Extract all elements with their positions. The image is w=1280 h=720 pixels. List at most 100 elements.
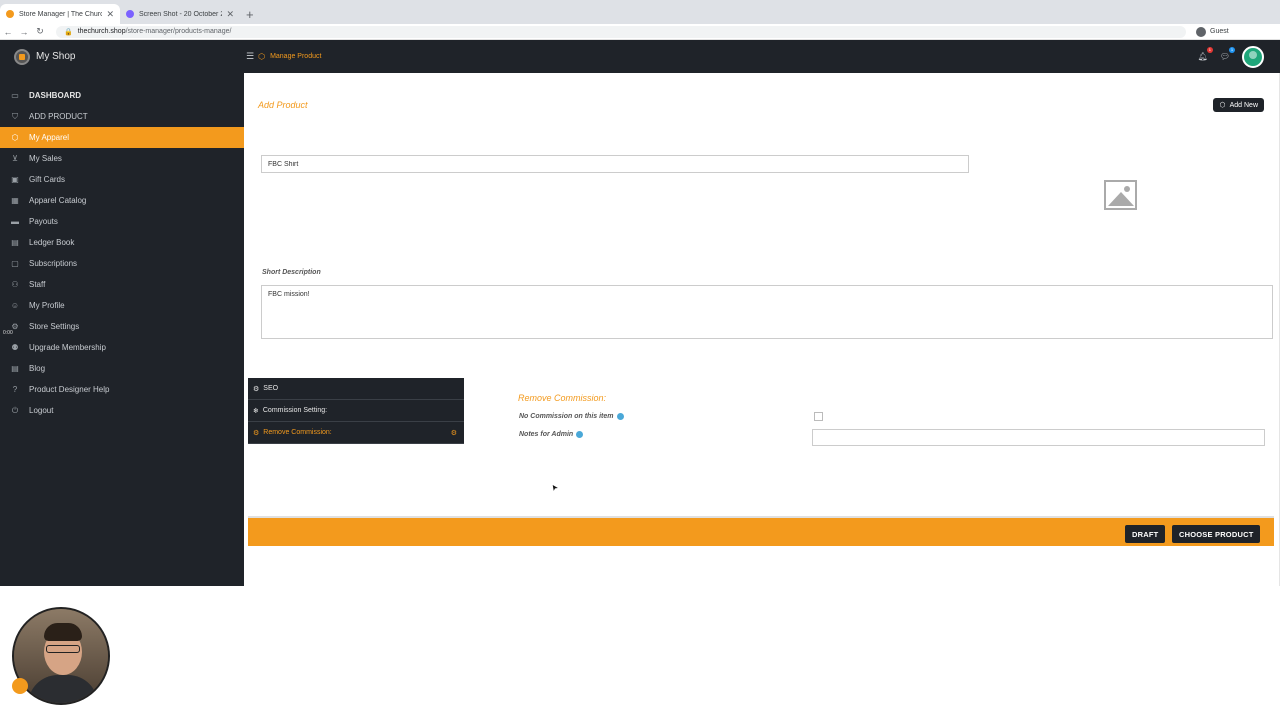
choose-product-button[interactable]: CHOOSE PRODUCT xyxy=(1172,525,1261,543)
notification-badge: 1 xyxy=(1206,47,1213,53)
draft-button[interactable]: DRAFT xyxy=(1125,525,1166,543)
sidebar-item-label: My Sales xyxy=(29,154,62,163)
sidebar-item-subscriptions[interactable]: ▢ Subscriptions xyxy=(0,253,244,274)
bell-icon[interactable]: 🔔︎ 1 xyxy=(1198,47,1213,61)
profile-avatar-icon xyxy=(1196,26,1206,37)
sidebar-item-label: Ledger Book xyxy=(29,238,75,247)
card-icon: ▬ xyxy=(11,217,19,226)
product-title-input[interactable] xyxy=(261,155,969,173)
tab-title: Screen Shot - 20 October 2022 xyxy=(139,10,223,18)
no-commission-checkbox[interactable] xyxy=(814,412,823,421)
money-icon: ▤ xyxy=(11,238,19,247)
new-tab-icon[interactable]: + xyxy=(246,4,254,24)
add-new-label: Add New xyxy=(1229,101,1258,109)
sidebar-item-product-designer-help[interactable]: ? Product Designer Help xyxy=(0,379,244,400)
sidebar-item-label: Product Designer Help xyxy=(29,385,110,394)
profile-label: Guest xyxy=(1210,28,1229,35)
tab-commission-setting[interactable]: ❄ Commission Setting: xyxy=(248,400,464,422)
no-commission-label: No Commission on this item xyxy=(519,413,614,420)
sidebar-item-add-product[interactable]: ⛉ ADD PRODUCT xyxy=(0,106,244,127)
image-placeholder-icon[interactable] xyxy=(1104,180,1137,210)
back-icon[interactable]: ← xyxy=(0,27,16,37)
breadcrumb: Manage Product xyxy=(270,53,322,60)
brand-name: My Shop xyxy=(36,51,76,62)
tab-title: Store Manager | The Church Sh xyxy=(19,10,103,18)
sidebar-item-store-settings[interactable]: ⚙ Store Settings xyxy=(0,316,244,337)
sidebar-item-label: DASHBOARD xyxy=(29,91,81,100)
brand[interactable]: My Shop xyxy=(0,40,244,73)
profile-button[interactable]: Guest xyxy=(1196,26,1229,37)
sidebar-item-label: Subscriptions xyxy=(29,259,78,268)
url-field[interactable]: 🔒 thechurch.shop/store-manager/products-… xyxy=(56,25,1186,38)
profile-icon: ☺ xyxy=(10,301,20,310)
sidebar-item-label: My Profile xyxy=(29,301,65,310)
main-content: Add Product ⬡ Add New Short Description … xyxy=(244,73,1280,586)
box-icon: ⬡ xyxy=(11,133,19,142)
product-settings-tabs: ⚙ SEO ❄ Commission Setting: ⚙ Remove Commissi… xyxy=(248,378,464,444)
screenshot-favicon-icon xyxy=(126,10,134,18)
gear-icon: ⚙ xyxy=(450,429,457,437)
sidebar-item-label: Apparel Catalog xyxy=(29,196,87,205)
user-avatar[interactable] xyxy=(1242,45,1264,68)
reload-icon[interactable]: ↻ xyxy=(32,26,48,37)
short-description-label: Short Description xyxy=(262,269,321,276)
page-title: Add Product xyxy=(258,100,308,110)
shirt-icon: ⛉ xyxy=(12,111,18,121)
notes-for-admin-input[interactable] xyxy=(812,429,1265,446)
tab-seo[interactable]: ⚙ SEO xyxy=(248,378,464,400)
close-tab-icon[interactable]: ✕ xyxy=(226,9,234,20)
message-badge: 1 xyxy=(1229,47,1235,53)
add-new-button[interactable]: ⬡ Add New xyxy=(1213,98,1264,112)
help-icon[interactable] xyxy=(576,431,584,438)
sidebar-item-upgrade-membership[interactable]: ⚉ Upgrade Membership xyxy=(0,337,244,358)
sidebar-item-blog[interactable]: ▤ Blog xyxy=(0,358,244,379)
gear-icon: ⚙ xyxy=(253,429,260,437)
box-icon: ⬡ xyxy=(258,52,266,61)
blog-icon: ▤ xyxy=(11,364,19,373)
sidebar-item-my-sales[interactable]: ⊻ My Sales xyxy=(0,148,244,169)
sidebar-item-apparel-catalog[interactable]: ▦ Apparel Catalog xyxy=(0,190,244,211)
url-path: /store-manager/products-manage/ xyxy=(125,28,232,35)
sidebar-item-dashboard[interactable]: ▭ DASHBOARD xyxy=(0,85,244,106)
chat-widget-icon[interactable] xyxy=(12,678,28,694)
sidebar-item-label: Blog xyxy=(29,364,46,373)
menu-toggle-icon[interactable]: ☰ xyxy=(246,51,254,62)
help-icon[interactable] xyxy=(616,413,624,420)
user-icon: ⚇ xyxy=(11,280,19,289)
grid-icon: ▦ xyxy=(11,196,19,205)
snowflake-icon: ❄ xyxy=(253,407,259,415)
sidebar-item-logout[interactable]: ⏻ Logout xyxy=(0,400,244,421)
sidebar-item-my-profile[interactable]: ☺ My Profile xyxy=(0,295,244,316)
close-tab-icon[interactable]: ✕ xyxy=(106,9,114,20)
sidebar-item-gift-cards[interactable]: ▣ Gift Cards xyxy=(0,169,244,190)
browser-tab-screenshot[interactable]: Screen Shot - 20 October 2022 ✕ xyxy=(120,4,240,24)
tab-remove-commission[interactable]: ⚙ Remove Commission: ⚙ xyxy=(248,422,464,444)
sidebar-item-label: ADD PRODUCT xyxy=(29,112,88,121)
browser-tab-store-manager[interactable]: Store Manager | The Church Sh ✕ xyxy=(0,4,120,24)
browser-tab-strip: Store Manager | The Church Sh ✕ Screen S… xyxy=(0,0,1280,24)
sidebar-item-label: Store Settings xyxy=(29,322,80,331)
url-host: thechurch.shop xyxy=(77,28,126,35)
notes-admin-label: Notes for Admin xyxy=(519,431,574,438)
box-icon: ⬡ xyxy=(1219,102,1226,109)
sidebar-item-my-apparel[interactable]: ⬡ My Apparel xyxy=(0,127,244,148)
sidebar-item-staff[interactable]: ⚇ Staff xyxy=(0,274,244,295)
remove-commission-title: Remove Commission: xyxy=(518,393,607,403)
shop-logo-icon xyxy=(14,48,30,65)
action-bar: DRAFT CHOOSE PRODUCT xyxy=(248,516,1274,546)
sidebar-item-payouts[interactable]: ▬ Payouts xyxy=(0,211,244,232)
address-bar-row: ← → ↻ 🔒 thechurch.shop/store-manager/pro… xyxy=(0,24,1280,40)
forward-icon[interactable]: → xyxy=(16,27,32,37)
sidebar-item-label: Gift Cards xyxy=(29,175,66,184)
chat-icon[interactable]: 💬︎ 1 xyxy=(1220,47,1235,61)
sidebar-item-ledger-book[interactable]: ▤ Ledger Book xyxy=(0,232,244,253)
tab-label: Commission Setting: xyxy=(262,407,328,414)
cart-icon: ⊻ xyxy=(12,154,18,163)
ticket-icon: ▢ xyxy=(11,259,19,268)
monitor-icon: ▭ xyxy=(11,91,19,100)
help-icon: ? xyxy=(12,385,18,394)
gift-icon: ▣ xyxy=(11,175,19,184)
store-favicon-icon xyxy=(6,10,14,18)
short-description-field[interactable] xyxy=(261,285,1273,339)
no-commission-row: No Commission on this item xyxy=(519,413,624,420)
